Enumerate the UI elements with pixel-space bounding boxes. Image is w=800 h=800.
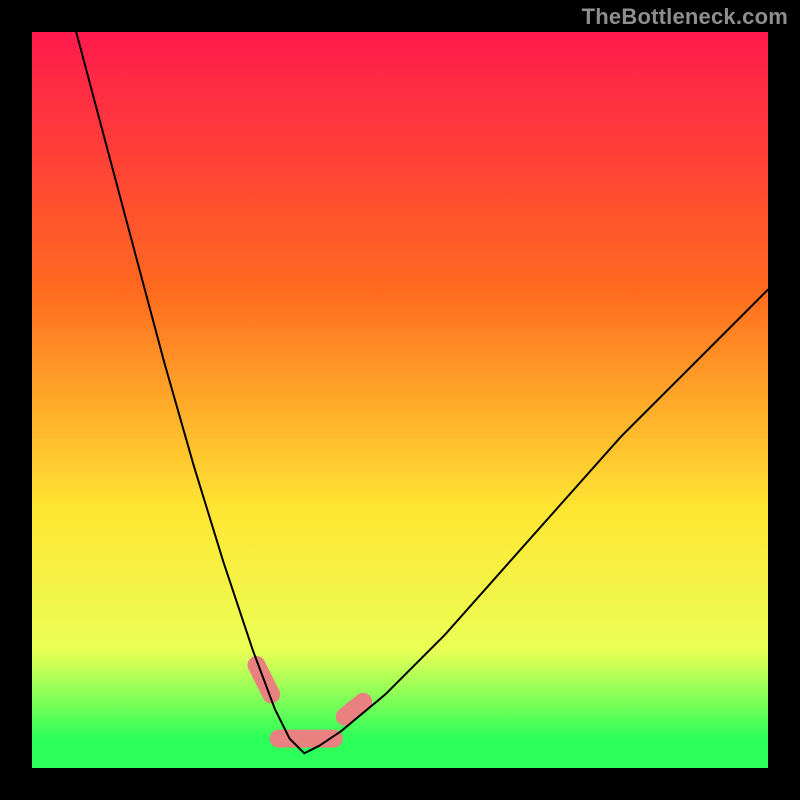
watermark-label: TheBottleneck.com	[582, 4, 788, 30]
black-frame: TheBottleneck.com	[0, 0, 800, 800]
chart-canvas	[32, 32, 768, 768]
